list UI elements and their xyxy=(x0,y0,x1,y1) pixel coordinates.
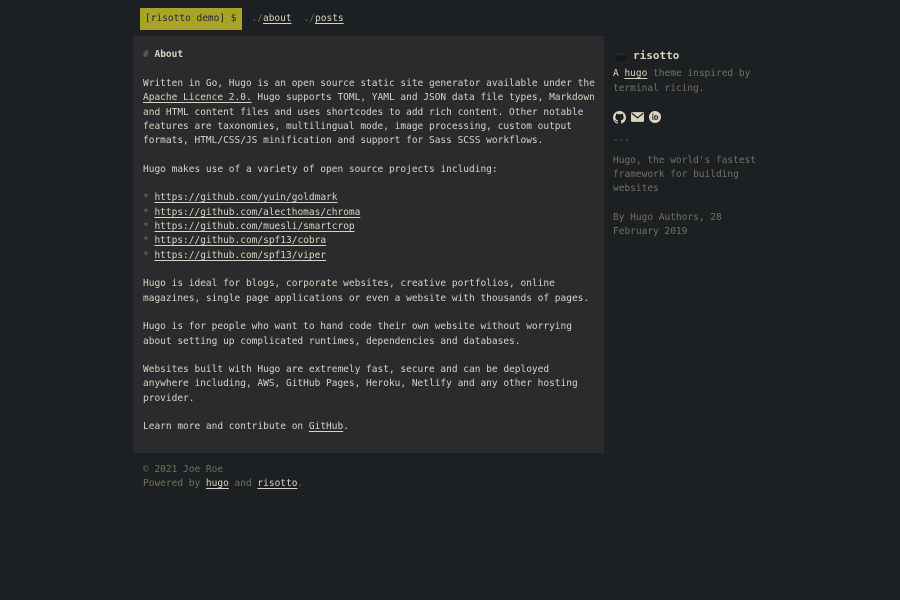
text-segment: and xyxy=(229,478,258,489)
paragraph-projects-intro: Hugo makes use of a variety of open sour… xyxy=(143,163,598,177)
copyright-text: © 2021 Joe Roe xyxy=(143,463,900,477)
footer: © 2021 Joe Roe Powered by hugo and risot… xyxy=(143,463,900,492)
text-segment: Written in Go, Hugo is an open source st… xyxy=(143,78,595,89)
nav-label-posts: posts xyxy=(315,13,344,24)
bullet: * xyxy=(143,221,149,232)
sidebar-title-row: risotto xyxy=(613,48,767,63)
paragraph-ideal-for: Hugo is ideal for blogs, corporate websi… xyxy=(143,277,598,306)
nav-prefix: ./ xyxy=(252,13,263,24)
page: [risotto demo] $ ./about ./posts # About… xyxy=(0,8,900,491)
text-segment: Websites built with Hugo are extremely f… xyxy=(143,364,578,404)
list-item: * https://github.com/spf13/cobra xyxy=(143,234,598,248)
paragraph-learn-more: Learn more and contribute on GitHub. xyxy=(143,420,598,434)
text-segment: . xyxy=(297,478,303,489)
link-https-github-com-muesli-smartcrop[interactable]: https://github.com/muesli/smartcrop xyxy=(154,221,354,232)
paragraph-hand-code: Hugo is for people who want to hand code… xyxy=(143,320,598,349)
text-segment: . xyxy=(343,421,349,432)
link-github[interactable]: GitHub xyxy=(309,421,343,432)
sidebar-site-title: risotto xyxy=(633,49,679,63)
bullet: * xyxy=(143,207,149,218)
link-apache-licence-2-0[interactable]: Apache Licence 2.0. xyxy=(143,92,252,103)
main-content-panel: # About Written in Go, Hugo is an open s… xyxy=(133,36,604,452)
prompt-badge: [risotto demo] $ xyxy=(140,8,242,30)
nav-label-about: about xyxy=(263,13,292,24)
list-item: * https://github.com/muesli/smartcrop xyxy=(143,220,598,234)
text-segment: Learn more and contribute on xyxy=(143,421,309,432)
text-segment: Powered by xyxy=(143,478,206,489)
sidebar-description: A hugo theme inspired by terminal ricing… xyxy=(613,67,767,96)
link-https-github-com-spf13-cobra[interactable]: https://github.com/spf13/cobra xyxy=(154,235,326,246)
nav-link-about[interactable]: ./about xyxy=(252,12,292,26)
link-https-github-com-spf13-viper[interactable]: https://github.com/spf13/viper xyxy=(154,250,326,261)
nav-link-posts[interactable]: ./posts xyxy=(304,12,344,26)
nav-prefix: ./ xyxy=(304,13,315,24)
mail-icon[interactable] xyxy=(631,112,644,122)
powered-by-text: Powered by hugo and risotto. xyxy=(143,477,900,491)
social-links-row xyxy=(613,110,767,124)
link-https-github-com-alecthomas-chroma[interactable]: https://github.com/alecthomas/chroma xyxy=(154,207,360,218)
link-hugo[interactable]: hugo xyxy=(206,478,229,489)
text-segment: Hugo is for people who want to hand code… xyxy=(143,321,572,346)
paragraph-deploy: Websites built with Hugo are extremely f… xyxy=(143,363,598,406)
sidebar: risotto A hugo theme inspired by termina… xyxy=(613,36,767,239)
link-hugo[interactable]: hugo xyxy=(624,68,647,79)
bullet: * xyxy=(143,192,149,203)
link-https-github-com-yuin-goldmark[interactable]: https://github.com/yuin/goldmark xyxy=(154,192,337,203)
text-segment: Hugo is ideal for blogs, corporate websi… xyxy=(143,278,589,303)
rice-bowl-avatar-icon xyxy=(613,48,628,63)
github-icon[interactable] xyxy=(613,111,626,124)
top-navigation: [risotto demo] $ ./about ./posts xyxy=(140,8,900,30)
list-item: * https://github.com/alecthomas/chroma xyxy=(143,206,598,220)
paragraph-intro: Written in Go, Hugo is an open source st… xyxy=(143,77,598,149)
page-title: # About xyxy=(143,48,598,62)
text-segment: Hugo makes use of a variety of open sour… xyxy=(143,164,498,175)
link-risotto[interactable]: risotto xyxy=(257,478,297,489)
orcid-icon[interactable] xyxy=(649,111,661,123)
bullet: * xyxy=(143,250,149,261)
content-layout: # About Written in Go, Hugo is an open s… xyxy=(133,36,767,452)
sidebar-divider: --- xyxy=(613,134,767,148)
list-item: * https://github.com/spf13/viper xyxy=(143,249,598,263)
bullet: * xyxy=(143,235,149,246)
project-links-list: * https://github.com/yuin/goldmark * https:… xyxy=(143,191,598,263)
heading-hash: # xyxy=(143,49,149,60)
sidebar-tagline: Hugo, the world's fastest framework for … xyxy=(613,154,767,197)
text-segment: A xyxy=(613,68,624,79)
sidebar-byline: By Hugo Authors, 28 February 2019 xyxy=(613,211,767,240)
list-item: * https://github.com/yuin/goldmark xyxy=(143,191,598,205)
heading-text: About xyxy=(154,49,183,60)
